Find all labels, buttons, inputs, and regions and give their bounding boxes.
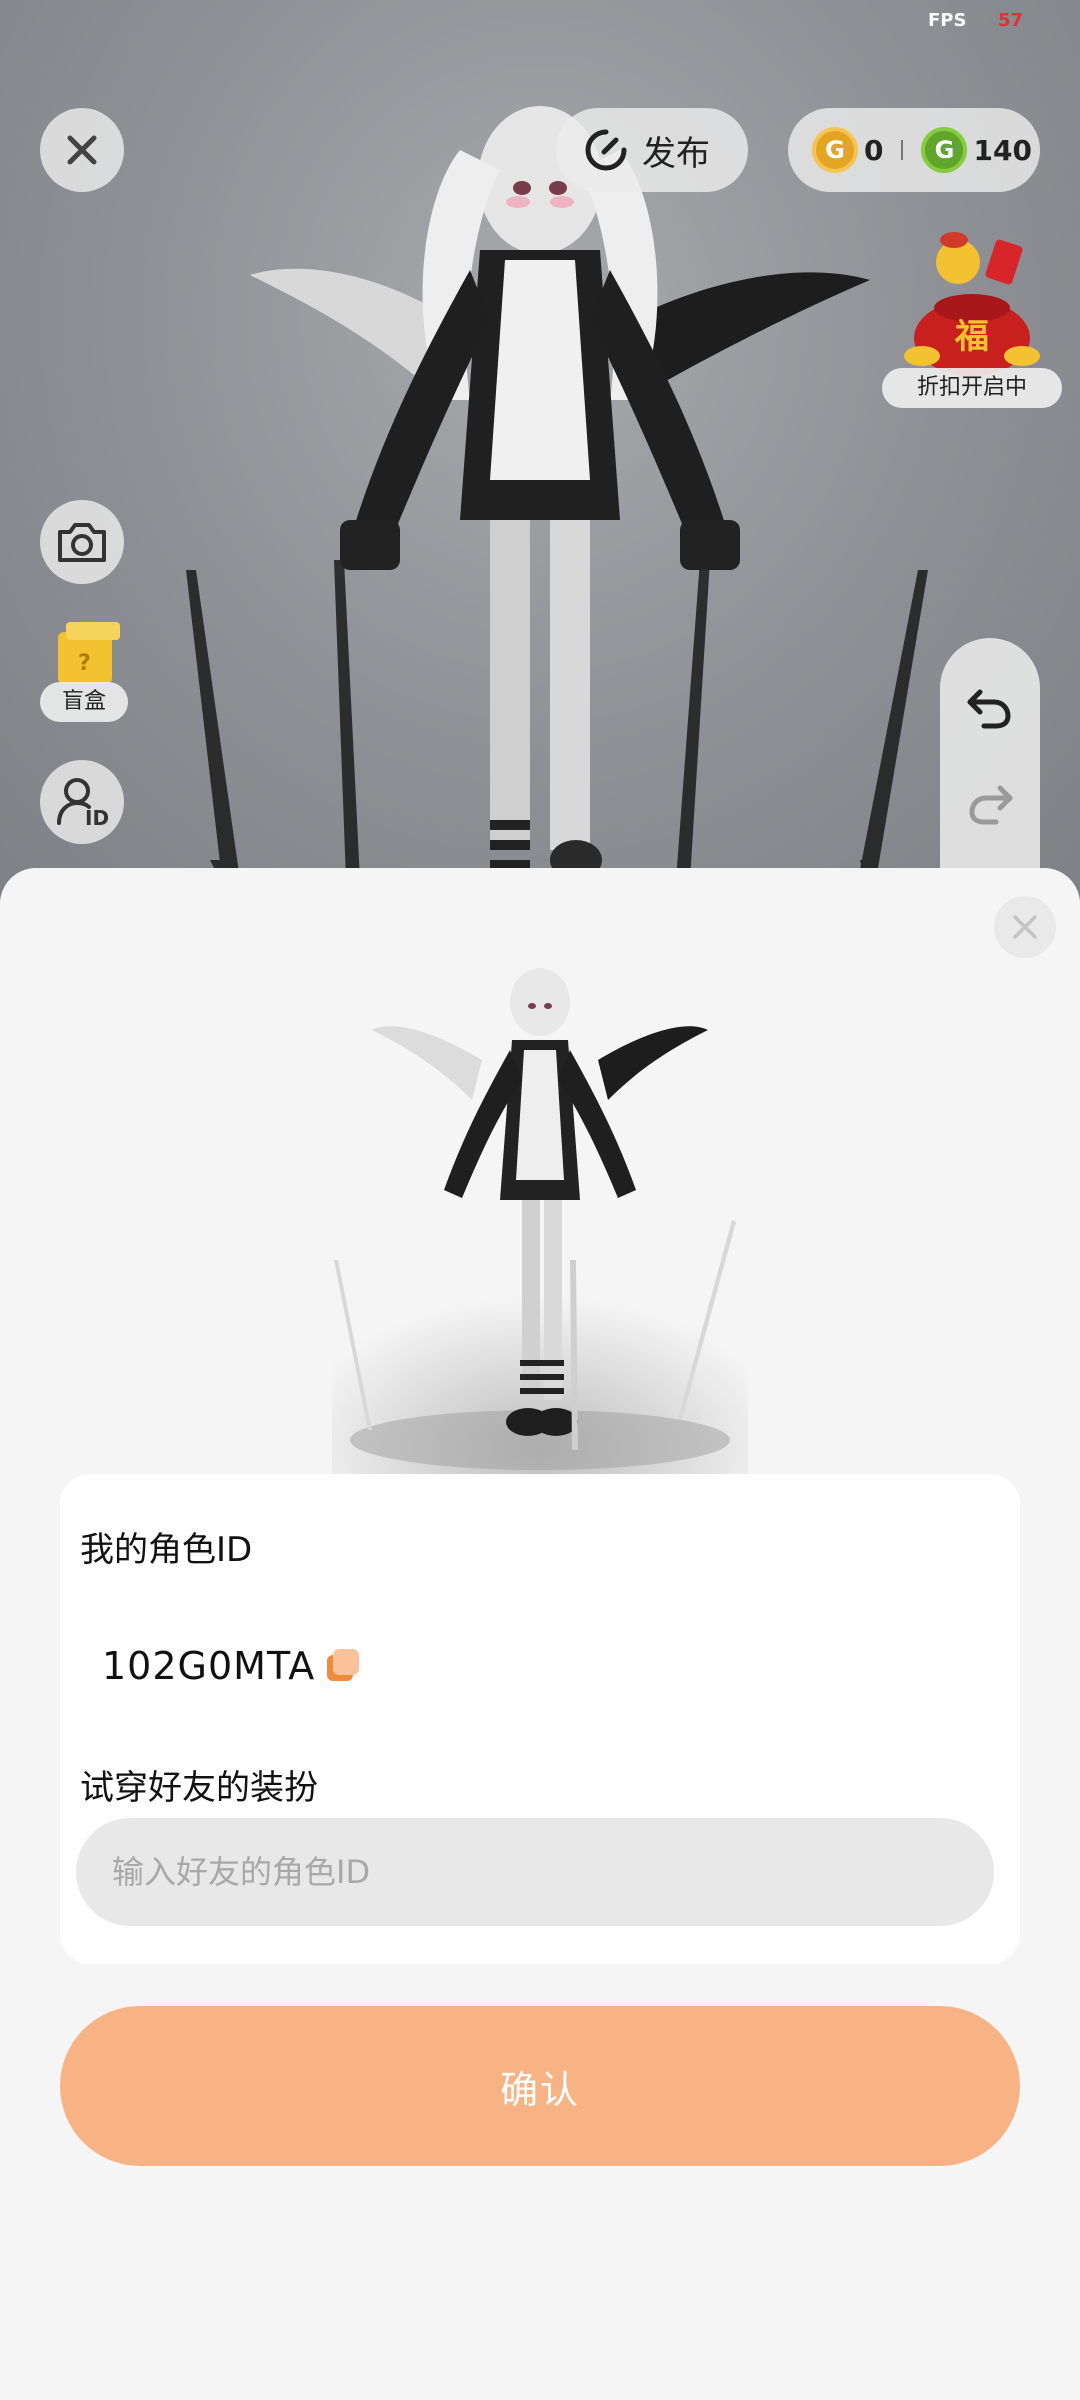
promo-badge-text: 福 bbox=[954, 317, 989, 357]
my-role-id-label: 我的角色ID bbox=[80, 1530, 253, 1570]
lucky-bag-icon: 福 bbox=[904, 232, 1040, 376]
gold-coin-icon: G bbox=[812, 127, 858, 173]
my-role-id-value: 102G0MTA bbox=[102, 1644, 316, 1688]
blind-box-button[interactable]: ? 盲盒 bbox=[40, 618, 128, 722]
undo-redo-panel bbox=[940, 638, 1040, 900]
avatar-preview-image bbox=[332, 960, 748, 1474]
gold-coin-value: 0 bbox=[864, 133, 884, 167]
green-coin-value: 140 bbox=[973, 133, 1032, 167]
profile-id-button[interactable]: ID bbox=[40, 760, 124, 844]
publish-icon bbox=[585, 129, 627, 171]
currency-divider bbox=[901, 140, 904, 160]
blind-box-mark: ? bbox=[78, 651, 91, 676]
camera-icon bbox=[58, 523, 106, 562]
green-coin-icon: G bbox=[921, 127, 968, 173]
profile-id-icon: ID bbox=[57, 778, 109, 829]
close-icon bbox=[67, 135, 97, 165]
try-on-friend-label: 试穿好友的装扮 bbox=[80, 1768, 318, 1808]
redo-icon bbox=[969, 785, 1013, 825]
blind-box-icon: ? bbox=[58, 622, 120, 684]
sheet-close-button[interactable] bbox=[994, 896, 1056, 958]
blind-box-label: 盲盒 bbox=[40, 682, 128, 722]
undo-icon bbox=[967, 689, 1011, 729]
redo-button[interactable] bbox=[962, 776, 1018, 832]
publish-label: 发布 bbox=[642, 133, 710, 174]
close-icon bbox=[1013, 915, 1037, 939]
fps-value: 57 bbox=[998, 10, 1024, 31]
discount-promo[interactable]: 福 折扣开启中 bbox=[882, 228, 1062, 408]
undo-button[interactable] bbox=[962, 680, 1018, 736]
my-role-id-row: 102G0MTA bbox=[102, 1644, 361, 1688]
close-button[interactable] bbox=[40, 108, 124, 192]
promo-label: 折扣开启中 bbox=[882, 368, 1062, 408]
fps-label: FPS bbox=[928, 10, 967, 31]
id-badge-text: ID bbox=[85, 806, 109, 829]
publish-button[interactable]: 发布 bbox=[556, 108, 748, 192]
currency-balance[interactable]: G 0 G 140 bbox=[788, 108, 1040, 192]
friend-id-input[interactable] bbox=[76, 1818, 994, 1926]
copy-icon[interactable] bbox=[323, 1647, 361, 1685]
confirm-button[interactable]: 确认 bbox=[60, 2006, 1020, 2166]
camera-button[interactable] bbox=[40, 500, 124, 584]
avatar-scene[interactable]: FPS 57 发布 G 0 G 140 福 折扣开启中 ? 盲盒 ID bbox=[0, 0, 1080, 900]
